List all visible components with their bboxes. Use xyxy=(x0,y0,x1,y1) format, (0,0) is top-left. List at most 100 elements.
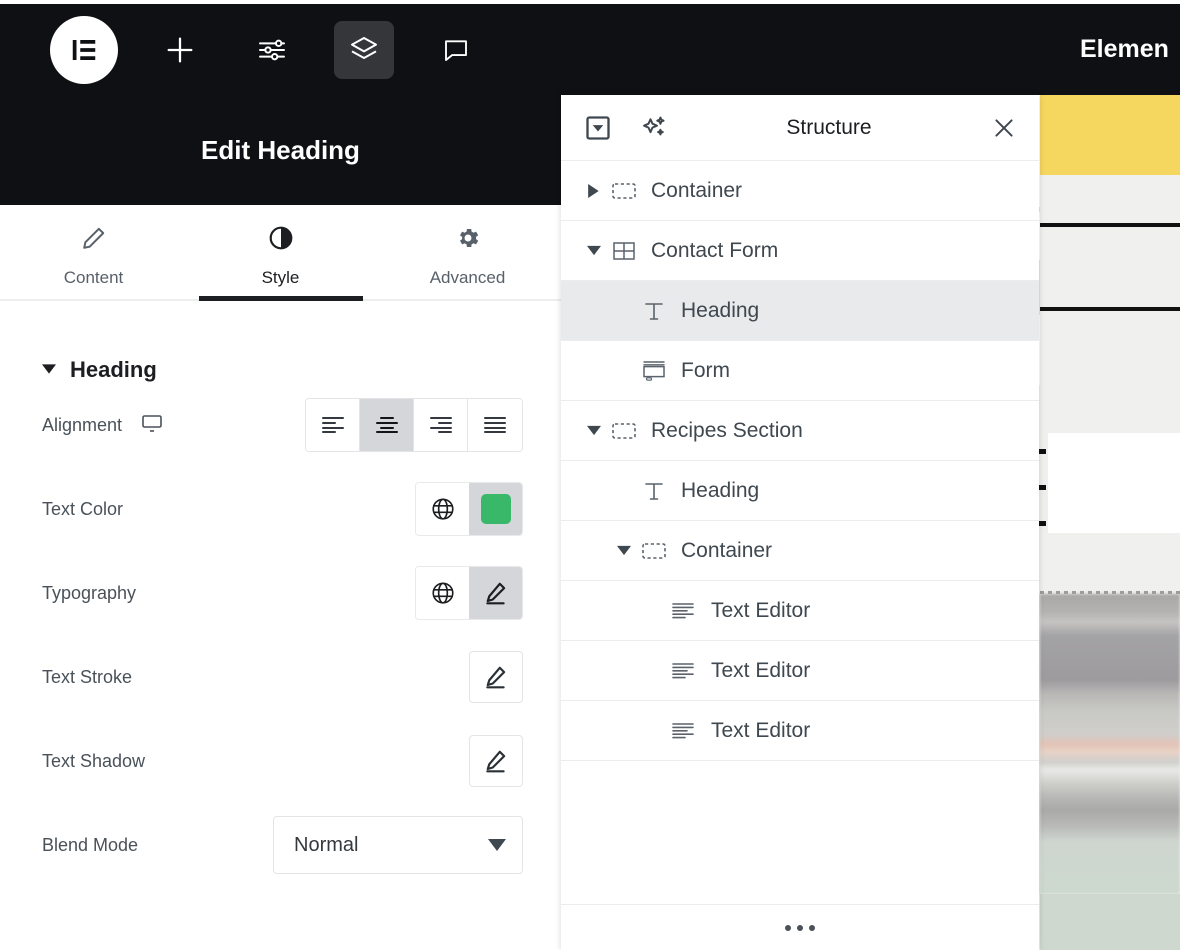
container-icon xyxy=(607,181,641,201)
text-editor-icon xyxy=(667,661,701,681)
section-title: Heading xyxy=(70,357,157,382)
heading-icon xyxy=(637,480,671,502)
pencil-icon xyxy=(486,750,506,773)
globe-icon[interactable] xyxy=(416,567,469,619)
control-blend-mode-right: Normal xyxy=(273,816,523,874)
control-alignment-options xyxy=(305,398,523,452)
tree-toggle-collapsed-icon[interactable] xyxy=(581,183,607,198)
tree-item-container[interactable]: Container xyxy=(561,161,1039,221)
control-blend-mode-label-wrap: Blend Mode xyxy=(42,835,138,856)
tree-item-heading[interactable]: Heading xyxy=(561,461,1039,521)
tab-advanced[interactable]: Advanced xyxy=(374,205,561,299)
structure-panel-title: Structure xyxy=(786,115,872,139)
tree-item-text-editor[interactable]: Text Editor xyxy=(561,581,1039,641)
editor-topbar: Elemen xyxy=(0,4,1180,95)
tree-item-label: Container xyxy=(681,538,773,562)
globe-icon[interactable] xyxy=(416,483,469,535)
tree-toggle-expanded-icon[interactable] xyxy=(611,545,637,556)
alignment-button-group xyxy=(305,398,523,452)
structure-tree: Container Contact Form Heading Form Recipes … xyxy=(561,161,1039,904)
tree-item-form[interactable]: Form xyxy=(561,341,1039,401)
tab-advanced-label: Advanced xyxy=(429,267,506,287)
drag-dots-icon xyxy=(785,924,815,931)
control-blend-mode: Blend Mode Normal xyxy=(0,803,561,887)
panel-header: Edit Heading xyxy=(0,95,561,205)
close-icon[interactable] xyxy=(987,111,1021,145)
notes-button[interactable] xyxy=(426,21,486,79)
add-element-button[interactable] xyxy=(150,21,210,79)
panel-title: Edit Heading xyxy=(201,134,360,165)
structure-panel-header: Structure xyxy=(561,95,1039,161)
section-heading-toggle[interactable]: Heading xyxy=(0,301,561,383)
tree-toggle-expanded-icon[interactable] xyxy=(581,245,607,256)
tree-item-label: Heading xyxy=(681,298,760,322)
page-canvas[interactable] xyxy=(1036,95,1180,950)
control-text-shadow-label: Text Shadow xyxy=(42,750,146,771)
tab-content[interactable]: Content xyxy=(0,205,187,299)
tab-content-label: Content xyxy=(63,267,124,287)
tree-item-contact-form[interactable]: Contact Form xyxy=(561,221,1039,281)
container-icon xyxy=(637,541,671,561)
grid-icon xyxy=(607,240,641,262)
control-typography-right xyxy=(415,566,523,620)
control-text-stroke-label: Text Stroke xyxy=(42,666,133,687)
tree-item-label: Recipes Section xyxy=(651,418,803,442)
elementor-logo-icon[interactable] xyxy=(50,15,118,84)
site-settings-button[interactable] xyxy=(242,21,302,79)
canvas-band-1 xyxy=(1040,175,1180,223)
tab-style[interactable]: Style xyxy=(187,205,374,299)
tree-item-text-editor[interactable]: Text Editor xyxy=(561,701,1039,761)
control-text-shadow: Text Shadow xyxy=(0,719,561,803)
control-blend-mode-label: Blend Mode xyxy=(42,834,139,855)
structure-panel-resize-handle[interactable] xyxy=(561,904,1039,950)
typography-edit-button[interactable] xyxy=(469,567,522,619)
tree-toggle-expanded-icon[interactable] xyxy=(581,425,607,436)
chevron-down-icon xyxy=(488,834,506,857)
blend-mode-value: Normal xyxy=(294,833,359,856)
form-icon xyxy=(637,360,671,382)
control-typography-label: Typography xyxy=(42,582,137,603)
align-center-button[interactable] xyxy=(360,399,414,451)
pencil-icon xyxy=(486,666,506,689)
editor-brand-title: Elemen xyxy=(1080,35,1169,63)
tree-item-text-editor[interactable]: Text Editor xyxy=(561,641,1039,701)
align-left-button[interactable] xyxy=(306,399,360,451)
tree-item-label: Form xyxy=(681,358,730,382)
control-text-shadow-label-wrap: Text Shadow xyxy=(42,751,145,772)
control-text-stroke-label-wrap: Text Stroke xyxy=(42,667,132,688)
tree-item-label: Text Editor xyxy=(711,718,811,742)
text-color-swatch-button[interactable] xyxy=(469,483,522,535)
control-text-color-label: Text Color xyxy=(42,498,124,519)
tree-item-label: Container xyxy=(651,178,743,202)
text-color-control-group xyxy=(415,482,523,536)
text-shadow-edit-button[interactable] xyxy=(469,735,523,787)
control-text-color-label-wrap: Text Color xyxy=(42,499,123,520)
control-text-color-right xyxy=(415,482,523,536)
gear-icon xyxy=(455,225,481,256)
window-top-edge xyxy=(0,0,1180,4)
caret-down-icon xyxy=(42,361,56,379)
boxed-caret-down-icon[interactable] xyxy=(581,111,615,145)
canvas-card[interactable] xyxy=(1048,433,1180,533)
text-stroke-edit-button[interactable] xyxy=(469,651,523,703)
sparkles-icon[interactable] xyxy=(637,111,671,145)
tree-item-container[interactable]: Container xyxy=(561,521,1039,581)
align-right-button[interactable] xyxy=(414,399,468,451)
canvas-band-2 xyxy=(1040,227,1180,307)
pencil-icon xyxy=(81,225,107,256)
text-editor-icon xyxy=(667,601,701,621)
tree-item-heading[interactable]: Heading xyxy=(561,281,1039,341)
control-alignment-label-wrap: Alignment xyxy=(42,411,164,440)
control-text-stroke-right xyxy=(469,651,523,703)
canvas-photo xyxy=(1040,594,1180,894)
container-icon xyxy=(607,421,641,441)
control-text-color: Text Color xyxy=(0,467,561,551)
structure-button[interactable] xyxy=(334,20,394,79)
align-justify-button[interactable] xyxy=(468,399,522,451)
control-alignment: Alignment xyxy=(0,383,561,467)
structure-panel: Structure Container Contact Form Heading Fo… xyxy=(561,95,1039,950)
tree-item-recipes-section[interactable]: Recipes Section xyxy=(561,401,1039,461)
text-editor-icon xyxy=(667,721,701,741)
blend-mode-select[interactable]: Normal xyxy=(273,816,523,874)
desktop-icon[interactable] xyxy=(140,411,164,440)
